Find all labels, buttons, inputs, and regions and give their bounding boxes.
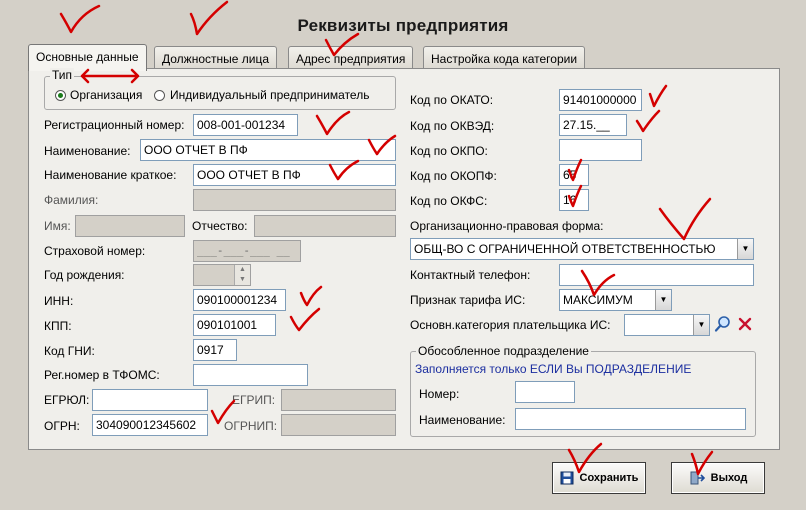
branch-note: Заполняется только ЕСЛИ Вы ПОДРАЗДЕЛЕНИЕ	[415, 362, 692, 376]
chevron-down-icon[interactable]: ▼	[655, 290, 671, 310]
reg-number-label: Регистрационный номер:	[44, 118, 185, 132]
branch-number-input[interactable]	[515, 381, 575, 403]
surname-label: Фамилия:	[44, 193, 99, 207]
legal-form-value: ОБЩ-ВО С ОГРАНИЧЕННОЙ ОТВЕТСТВЕННОСТЬЮ	[414, 242, 716, 256]
radio-organization[interactable]	[55, 90, 66, 101]
ogrnip-input[interactable]	[281, 414, 396, 436]
ogrn-input[interactable]: 304090012345602	[92, 414, 208, 436]
birth-year-label: Год рождения:	[44, 268, 125, 282]
tfoms-reg-label: Рег.номер в ТФОМС:	[44, 368, 160, 382]
legal-form-label: Организационно-правовая форма:	[410, 219, 604, 233]
okfs-label: Код по ОКФС:	[410, 194, 488, 208]
exit-door-icon	[690, 471, 705, 485]
exit-button[interactable]: Выход	[671, 462, 765, 494]
clear-icon[interactable]	[737, 316, 753, 332]
phone-label: Контактный телефон:	[410, 268, 531, 282]
patronymic-input[interactable]	[254, 215, 396, 237]
name-input[interactable]: ООО ОТЧЕТ В ПФ	[140, 139, 396, 161]
floppy-disk-icon	[560, 471, 574, 485]
branch-name-label: Наименование:	[419, 413, 506, 427]
type-legend: Тип	[50, 68, 75, 82]
chevron-down-icon[interactable]: ▼	[693, 315, 709, 335]
payer-category-select[interactable]: ▼	[624, 314, 710, 336]
first-name-input[interactable]	[75, 215, 185, 237]
okpo-input[interactable]	[559, 139, 642, 161]
payer-category-label: Основн.категория плательщика ИС:	[410, 318, 611, 332]
egrip-label: ЕГРИП:	[232, 393, 276, 407]
reg-number-input[interactable]: 008-001-001234	[193, 114, 298, 136]
insurance-no-input[interactable]: ___-___-___ __	[193, 240, 301, 262]
tab-address[interactable]: Адрес предприятия	[288, 46, 414, 70]
tariff-label: Признак тарифа ИС:	[410, 293, 526, 307]
chevron-down-icon[interactable]: ▼	[737, 239, 753, 259]
short-name-label: Наименование краткое:	[44, 168, 177, 182]
kpp-label: КПП:	[44, 319, 72, 333]
tab-main-data[interactable]: Основные данные	[28, 44, 147, 71]
name-label: Наименование:	[44, 144, 131, 158]
patronymic-label: Отчество:	[192, 219, 248, 233]
branch-number-label: Номер:	[419, 387, 460, 401]
radio-individual-label[interactable]: Индивидуальный предприниматель	[170, 88, 369, 102]
magnifier-icon[interactable]	[714, 315, 732, 333]
tfoms-reg-input[interactable]	[193, 364, 308, 386]
kpp-input[interactable]: 090101001	[193, 314, 276, 336]
radio-organization-label[interactable]: Организация	[70, 88, 142, 102]
tab-officials[interactable]: Должностные лица	[154, 46, 278, 70]
okopf-input[interactable]: 65	[559, 164, 589, 186]
tariff-value: МАКСИМУМ	[563, 293, 633, 307]
okfs-input[interactable]: 16	[559, 189, 589, 211]
branch-legend: Обособленное подразделение	[416, 344, 591, 358]
gni-code-label: Код ГНИ:	[44, 344, 95, 358]
inn-input[interactable]: 090100001234	[193, 289, 286, 311]
legal-form-select[interactable]: ОБЩ-ВО С ОГРАНИЧЕННОЙ ОТВЕТСТВЕННОСТЬЮ ▼	[410, 238, 754, 260]
egrip-input[interactable]	[281, 389, 396, 411]
first-name-label: Имя:	[44, 219, 71, 233]
exit-button-label: Выход	[710, 472, 748, 484]
egrul-label: ЕГРЮЛ:	[44, 393, 90, 407]
save-button-label: Сохранить	[579, 472, 639, 484]
egrul-input[interactable]	[92, 389, 208, 411]
short-name-input[interactable]: ООО ОТЧЕТ В ПФ	[193, 164, 396, 186]
birth-year-spinner[interactable]: ▲ ▼	[193, 264, 251, 286]
okato-label: Код по ОКАТО:	[410, 93, 494, 107]
ogrn-label: ОГРН:	[44, 419, 80, 433]
gni-code-input[interactable]: 0917	[193, 339, 237, 361]
okato-input[interactable]: 91401000000	[559, 89, 642, 111]
okpo-label: Код по ОКПО:	[410, 144, 488, 158]
ogrnip-label: ОГРНИП:	[224, 419, 278, 433]
phone-input[interactable]	[559, 264, 754, 286]
inn-label: ИНН:	[44, 294, 74, 308]
okopf-label: Код по ОКОПФ:	[410, 169, 497, 183]
save-button[interactable]: Сохранить	[552, 462, 646, 494]
branch-name-input[interactable]	[515, 408, 746, 430]
tariff-select[interactable]: МАКСИМУМ ▼	[559, 289, 672, 311]
surname-input[interactable]	[193, 189, 396, 211]
okved-input[interactable]: 27.15.__	[559, 114, 627, 136]
tab-category-code[interactable]: Настройка кода категории	[423, 46, 586, 70]
window-title: Реквизиты предприятия	[297, 16, 509, 35]
insurance-no-label: Страховой номер:	[44, 244, 146, 258]
radio-individual[interactable]	[154, 90, 165, 101]
spinner-arrows-icon[interactable]: ▲ ▼	[234, 265, 250, 285]
okved-label: Код по ОКВЭД:	[410, 119, 495, 133]
